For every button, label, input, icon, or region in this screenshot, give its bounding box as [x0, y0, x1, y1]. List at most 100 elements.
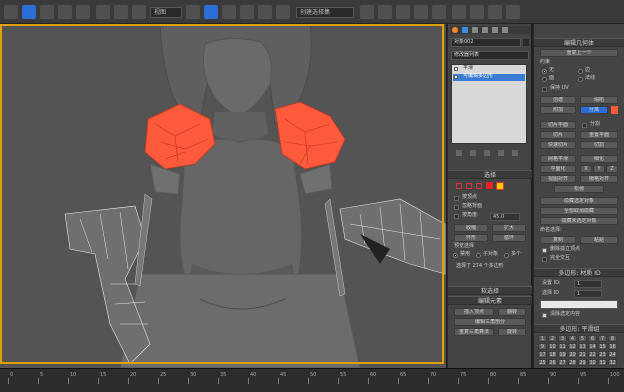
- copy-button[interactable]: 复制: [540, 236, 576, 244]
- flip-button[interactable]: 翻转: [498, 308, 526, 316]
- grow-button[interactable]: 扩大: [492, 224, 526, 232]
- smoothing-group-button[interactable]: 3: [558, 335, 567, 342]
- modify-tab-icon[interactable]: [462, 27, 468, 33]
- smoothing-group-button[interactable]: 12: [568, 343, 577, 350]
- rect-selection-icon[interactable]: [58, 5, 72, 19]
- mirror-icon[interactable]: [360, 5, 374, 19]
- detach-button[interactable]: 分离: [580, 106, 608, 114]
- bulb-icon[interactable]: [454, 75, 458, 79]
- smoothing-group-button[interactable]: 19: [558, 351, 567, 358]
- motion-tab-icon[interactable]: [482, 27, 488, 33]
- smoothing-group-button[interactable]: 11: [558, 343, 567, 350]
- select-id-spinner[interactable]: 1: [574, 290, 602, 298]
- set-id-spinner[interactable]: 1: [574, 280, 602, 288]
- vertex-mode-icon[interactable]: [456, 183, 462, 189]
- create-tab-icon[interactable]: [452, 27, 458, 33]
- split-checkbox[interactable]: [582, 123, 587, 128]
- smoothing-group-button[interactable]: 29: [578, 359, 587, 366]
- ring-button[interactable]: 环形: [454, 234, 488, 242]
- render-icon[interactable]: [506, 5, 520, 19]
- named-selection-set[interactable]: 创建选择集: [296, 7, 354, 18]
- make-planar-button[interactable]: 平面化: [540, 165, 576, 173]
- cut-button[interactable]: 切割: [580, 141, 618, 149]
- by-vertex-checkbox[interactable]: [454, 196, 459, 201]
- view-align-button[interactable]: 视图对齐: [540, 175, 576, 183]
- smoothing-group-button[interactable]: 17: [538, 351, 547, 358]
- pivot-icon[interactable]: [186, 5, 200, 19]
- loop-button[interactable]: 循环: [492, 234, 526, 242]
- select-by-name-icon[interactable]: [40, 5, 54, 19]
- soft-selection-title[interactable]: 软选择: [448, 286, 532, 295]
- shrink-button[interactable]: 收缩: [454, 224, 488, 232]
- hide-selected-button[interactable]: 隐藏选定对象: [540, 197, 618, 205]
- smoothing-group-button[interactable]: 27: [558, 359, 567, 366]
- select-by-name-dropdown[interactable]: [540, 300, 618, 309]
- show-end-result-icon[interactable]: [470, 150, 476, 156]
- unhide-all-button[interactable]: 全部取消隐藏: [540, 207, 618, 215]
- align-icon[interactable]: [378, 5, 392, 19]
- smoothing-group-button[interactable]: 24: [608, 351, 617, 358]
- constraint-normal-radio[interactable]: [578, 77, 583, 82]
- smoothing-group-button[interactable]: 16: [608, 343, 617, 350]
- select-object-icon[interactable]: [22, 5, 36, 19]
- smoothing-group-button[interactable]: 28: [568, 359, 577, 366]
- attach-options-icon[interactable]: [611, 106, 618, 114]
- border-mode-icon[interactable]: [476, 183, 482, 189]
- planar-z-button[interactable]: Z: [606, 165, 618, 173]
- utilities-tab-icon[interactable]: [502, 27, 508, 33]
- slice-plane-button[interactable]: 切片平面: [540, 121, 576, 129]
- object-name-field[interactable]: 对象002: [451, 38, 521, 47]
- polygon-mode-icon[interactable]: [486, 182, 493, 189]
- smoothing-groups-title[interactable]: 多边形: 平滑组: [534, 324, 624, 333]
- smoothing-group-button[interactable]: 10: [548, 343, 557, 350]
- constraint-face-radio[interactable]: [542, 77, 547, 82]
- element-mode-icon[interactable]: [496, 182, 504, 190]
- smoothing-group-button[interactable]: 13: [578, 343, 587, 350]
- remove-modifier-icon[interactable]: [498, 150, 504, 156]
- smoothing-group-button[interactable]: 31: [598, 359, 607, 366]
- time-slider[interactable]: 0 5 10 15 20 25 30 35 40 45 50 55 60 65 70 75 80 85 90 95 10…: [0, 368, 624, 392]
- smoothing-group-button[interactable]: 5: [578, 335, 587, 342]
- meshsmooth-button[interactable]: 网格平滑: [540, 155, 576, 163]
- curve-editor-icon[interactable]: [414, 5, 428, 19]
- create-button[interactable]: 创建: [540, 96, 576, 104]
- preview-off-radio[interactable]: [453, 253, 458, 258]
- material-editor-icon[interactable]: [452, 5, 466, 19]
- configure-sets-icon[interactable]: [512, 150, 518, 156]
- constraint-edge-radio[interactable]: [578, 69, 583, 74]
- selection-rollout-title[interactable]: 选择: [448, 170, 532, 179]
- rotate-icon[interactable]: [114, 5, 128, 19]
- preview-multi-radio[interactable]: [504, 253, 509, 258]
- retriangulate-button[interactable]: 重复三角算法: [454, 328, 494, 336]
- hide-unselected-button[interactable]: 隐藏未选定对象: [540, 217, 618, 225]
- smoothing-group-button[interactable]: 20: [568, 351, 577, 358]
- select-manipulate-icon[interactable]: [204, 5, 218, 19]
- pin-stack-icon[interactable]: [456, 150, 462, 156]
- delete-isolated-checkbox[interactable]: [542, 248, 547, 253]
- smoothing-group-button[interactable]: 9: [538, 343, 547, 350]
- schematic-icon[interactable]: [432, 5, 446, 19]
- relax-button[interactable]: 松弛: [554, 185, 604, 193]
- full-interactivity-checkbox[interactable]: [542, 257, 547, 262]
- smoothing-group-button[interactable]: 15: [598, 343, 607, 350]
- collapse-button[interactable]: 塌陷: [580, 96, 618, 104]
- edge-mode-icon[interactable]: [466, 183, 472, 189]
- smoothing-group-button[interactable]: 26: [548, 359, 557, 366]
- planar-y-button[interactable]: Y: [593, 165, 605, 173]
- grid-align-button[interactable]: 栅格对齐: [580, 175, 618, 183]
- view-dropdown[interactable]: 视图: [150, 7, 182, 18]
- render-setup-icon[interactable]: [470, 5, 484, 19]
- repeat-last-button[interactable]: 重复上一个: [540, 49, 618, 57]
- edit-elements-title[interactable]: 编辑元素: [448, 296, 532, 305]
- constraint-none-radio[interactable]: [542, 69, 547, 74]
- slice-button[interactable]: 切片: [540, 131, 576, 139]
- undo-icon[interactable]: [4, 5, 18, 19]
- tessellate-button[interactable]: 细化: [580, 155, 618, 163]
- spinner-snap-icon[interactable]: [276, 5, 290, 19]
- reset-plane-button[interactable]: 重置平面: [580, 131, 618, 139]
- smoothing-group-button[interactable]: 2: [548, 335, 557, 342]
- smoothing-group-button[interactable]: 6: [588, 335, 597, 342]
- insert-vertex-button[interactable]: 插入顶点: [454, 308, 494, 316]
- smoothing-group-button[interactable]: 1: [538, 335, 547, 342]
- snap-icon[interactable]: [222, 5, 236, 19]
